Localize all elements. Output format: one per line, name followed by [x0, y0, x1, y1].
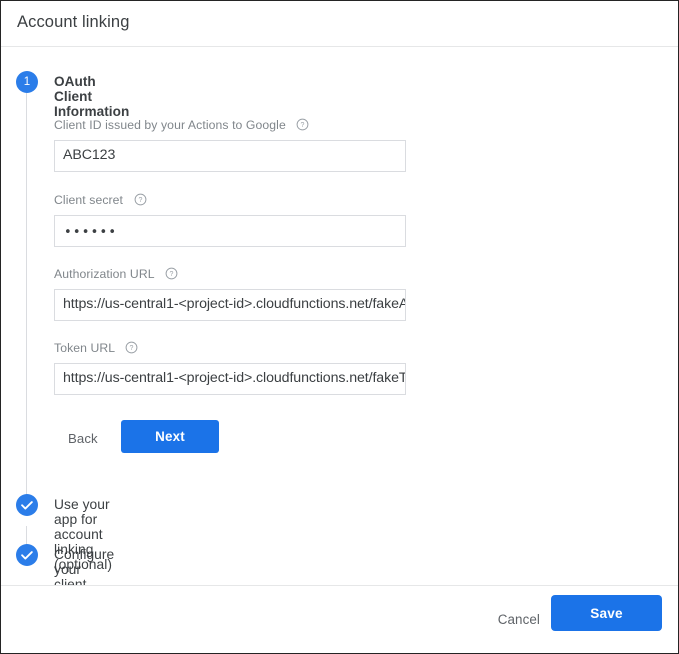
step-number-label: 1 [23, 76, 31, 88]
authorization-url-value: https://us-central1-<project-id>.cloudfu… [63, 296, 406, 312]
step-marker-3 [16, 544, 38, 566]
step-marker-1: 1 [16, 71, 38, 93]
field-label-authorization-url: Authorization URL ? [54, 267, 178, 283]
svg-text:?: ? [301, 122, 305, 129]
svg-text:?: ? [138, 197, 142, 204]
client-secret-value: •••••• [64, 225, 118, 240]
page-title: Account linking [17, 13, 130, 31]
token-url-input[interactable]: https://us-central1-<project-id>.cloudfu… [54, 363, 406, 395]
field-label-client-secret: Client secret ? [54, 193, 147, 209]
help-circle-icon[interactable]: ? [134, 193, 147, 209]
help-circle-icon[interactable]: ? [165, 267, 178, 283]
check-icon [16, 544, 38, 566]
stepper-body: 1 OAuth Client Information Client ID iss… [1, 48, 678, 585]
field-label-text: Token URL [54, 341, 115, 355]
svg-text:?: ? [169, 271, 173, 278]
token-url-value: https://us-central1-<project-id>.cloudfu… [63, 370, 406, 386]
dialog-header: Account linking [1, 1, 678, 47]
field-label-client-id: Client ID issued by your Actions to Goog… [54, 118, 309, 134]
help-circle-icon[interactable]: ? [125, 341, 138, 357]
field-label-text: Client secret [54, 193, 124, 207]
field-label-text: Authorization URL [54, 267, 155, 281]
client-id-value: ABC123 [63, 147, 116, 163]
check-icon [16, 494, 38, 516]
field-label-token-url: Token URL ? [54, 341, 138, 357]
help-circle-icon[interactable]: ? [296, 118, 309, 134]
next-button[interactable]: Next [121, 420, 219, 453]
field-label-text: Client ID issued by your Actions to Goog… [54, 118, 286, 132]
back-button[interactable]: Back [56, 422, 110, 455]
stepper-rail-1 [26, 93, 27, 499]
step-marker-2 [16, 494, 38, 516]
cancel-button[interactable]: Cancel [486, 603, 552, 636]
authorization-url-input[interactable]: https://us-central1-<project-id>.cloudfu… [54, 289, 406, 321]
step-title-configure-your-client: Configure your client (optional) [54, 547, 115, 585]
svg-text:?: ? [130, 345, 134, 352]
dialog-footer: Cancel Save [1, 585, 678, 653]
client-id-input[interactable]: ABC123 [54, 140, 406, 172]
step-title-oauth-client-information: OAuth Client Information [54, 74, 130, 119]
client-secret-input[interactable]: •••••• [54, 215, 406, 247]
save-button[interactable]: Save [551, 595, 662, 631]
account-linking-dialog: Account linking 1 OAuth Client Informati… [0, 0, 679, 654]
